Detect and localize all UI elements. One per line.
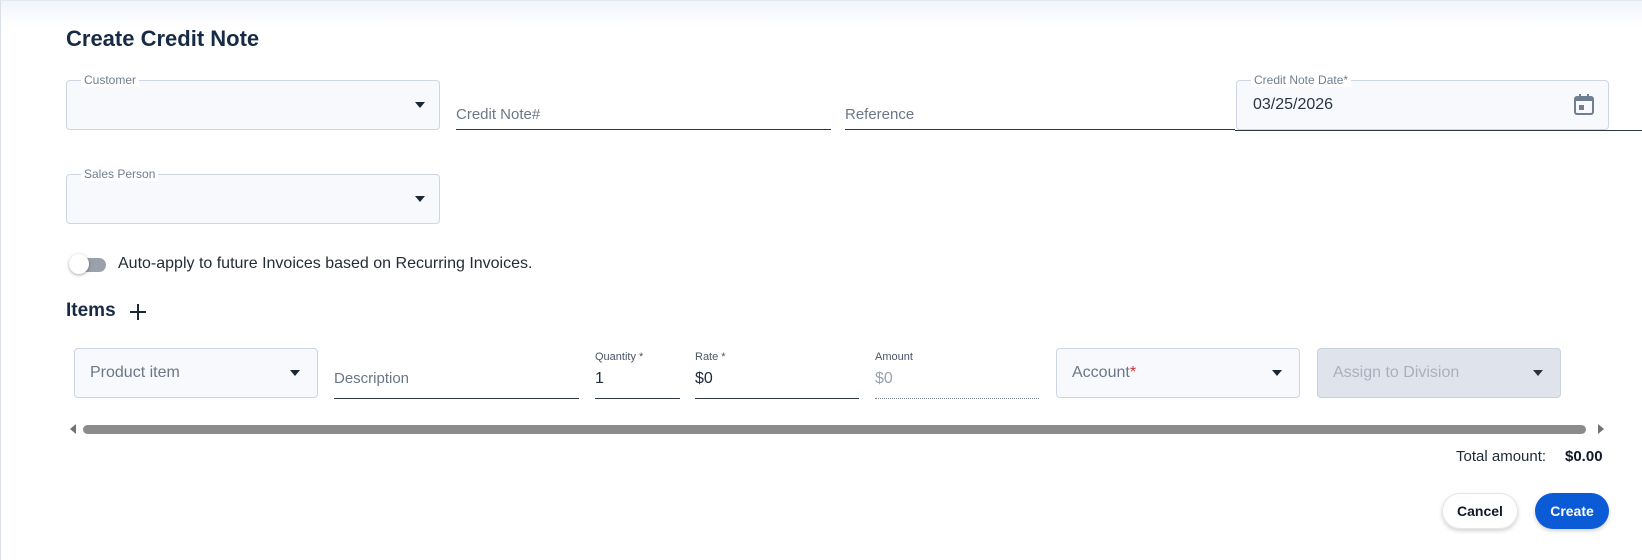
create-credit-note-panel: Create Credit Note Customer Credit Note#… (0, 0, 1642, 560)
plus-icon[interactable] (129, 303, 147, 321)
division-placeholder: Assign to Division (1333, 364, 1460, 381)
toggle-knob (69, 254, 89, 274)
reference-placeholder: Reference (845, 106, 915, 123)
amount-field: $0 (875, 363, 1039, 399)
quantity-underline (595, 398, 680, 399)
page-title: Create Credit Note (66, 26, 260, 51)
credit-note-date-field[interactable]: Credit Note Date* 03/25/2026 (1236, 73, 1609, 130)
cancel-button[interactable]: Cancel (1442, 493, 1518, 529)
description-underline (334, 398, 579, 399)
create-button[interactable]: Create (1535, 493, 1609, 529)
scroll-right-arrow-icon[interactable] (1598, 424, 1604, 434)
customer-select[interactable]: Customer (66, 73, 440, 130)
reference-underline-extension (1235, 130, 1642, 131)
chevron-down-icon (415, 196, 425, 202)
auto-apply-label: Auto-apply to future Invoices based on R… (118, 255, 533, 272)
amount-underline (875, 398, 1039, 399)
sales-person-select[interactable]: Sales Person (66, 167, 440, 224)
quantity-label: Quantity * (595, 351, 644, 363)
quantity-value: 1 (595, 370, 604, 387)
description-input[interactable]: Description (334, 363, 579, 399)
items-heading: Items (66, 300, 116, 321)
credit-note-date-value: 03/25/2026 (1253, 96, 1334, 113)
calendar-icon[interactable] (1574, 94, 1594, 115)
horizontal-scrollbar-thumb[interactable] (83, 425, 1586, 434)
assign-division-select: Assign to Division (1317, 348, 1561, 398)
rate-label: Rate * (695, 351, 726, 363)
customer-label: Customer (81, 73, 140, 87)
rate-value: $0 (695, 370, 713, 387)
chevron-down-icon (290, 370, 300, 376)
chevron-down-icon (415, 102, 425, 108)
auto-apply-toggle[interactable] (69, 254, 107, 274)
description-placeholder: Description (334, 370, 410, 387)
quantity-input[interactable]: 1 (595, 363, 680, 399)
amount-label: Amount (875, 351, 913, 363)
total-amount-label: Total amount: (1456, 448, 1547, 465)
sales-person-label: Sales Person (81, 167, 159, 181)
total-amount-value: $0.00 (1565, 448, 1603, 465)
rate-input[interactable]: $0 (695, 363, 859, 399)
chevron-down-icon (1533, 370, 1543, 376)
credit-note-date-label: Credit Note Date* (1251, 73, 1352, 87)
rate-underline (695, 398, 859, 399)
account-select[interactable]: Account* (1056, 348, 1300, 398)
product-item-placeholder: Product item (90, 364, 180, 381)
chevron-down-icon (1272, 370, 1282, 376)
scroll-left-arrow-icon[interactable] (70, 424, 76, 434)
credit-note-number-input[interactable]: Credit Note# (456, 100, 831, 130)
credit-note-number-placeholder: Credit Note# (456, 106, 541, 123)
product-item-select[interactable]: Product item (74, 348, 318, 398)
amount-value: $0 (875, 370, 893, 387)
reference-input[interactable]: Reference (845, 100, 1235, 130)
account-placeholder: Account* (1072, 364, 1137, 381)
